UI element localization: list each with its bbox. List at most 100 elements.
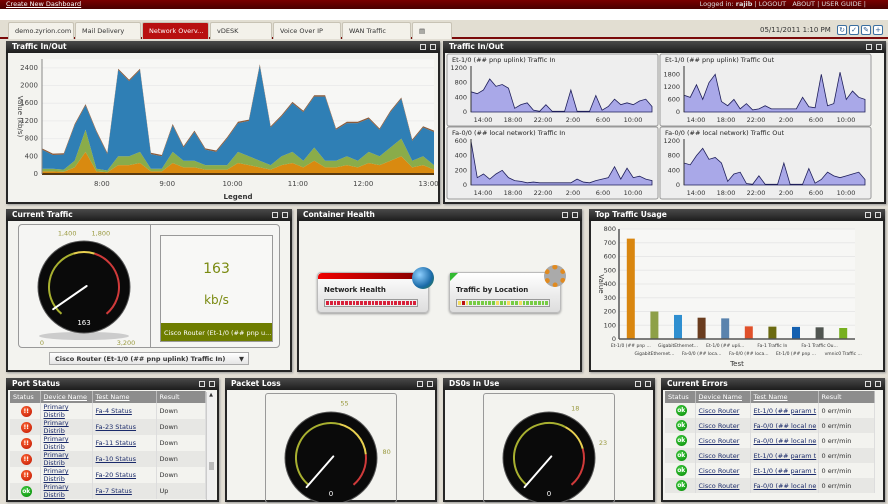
device-link[interactable]: Cisco Router	[699, 452, 740, 460]
maximize-icon[interactable]	[876, 44, 882, 50]
test-cell[interactable]: Fa-10 Status	[92, 451, 157, 467]
test-cell[interactable]: Fa-7 Status	[92, 483, 157, 499]
device-cell[interactable]: Cisco Router	[695, 418, 751, 433]
restore-icon[interactable]	[866, 44, 872, 50]
table-row[interactable]: !! Primary Distrib Fa-11 Status Down	[10, 435, 206, 451]
maximize-icon[interactable]	[875, 212, 881, 218]
device-link[interactable]: Cisco Router	[699, 437, 740, 445]
tab-network-overview[interactable]: Network Overv...	[142, 22, 209, 39]
device-link[interactable]: Primary Distrib	[44, 403, 69, 419]
test-cell[interactable]: Fa-0/0 (## local ne	[750, 418, 819, 433]
tab-vdesk[interactable]: vDESK	[210, 22, 272, 39]
table-row[interactable]: ok Primary Distrib Fa-7 Status Up	[10, 483, 206, 499]
scroll-up-icon[interactable]: ▲	[207, 392, 215, 398]
maximize-icon[interactable]	[430, 44, 436, 50]
test-link[interactable]: Fa-23 Status	[96, 423, 137, 431]
col-test[interactable]: Test Name	[92, 391, 157, 403]
table-row[interactable]: ok Cisco Router Fa-0/0 (## local ne 0 err/m…	[665, 478, 875, 493]
tab-demo-zyrion[interactable]: demo.zyrion.com	[8, 22, 74, 39]
device-link[interactable]: Cisco Router	[699, 467, 740, 475]
col-device[interactable]: Device Name	[40, 391, 93, 403]
logout-link[interactable]: LOGOUT	[759, 0, 786, 8]
maximize-icon[interactable]	[572, 212, 578, 218]
test-link[interactable]: Fa-10 Status	[96, 455, 137, 463]
network-health-card[interactable]: Network Health	[317, 267, 434, 313]
test-link[interactable]: Fa-0/0 (## local ne	[754, 437, 817, 445]
user-guide-link[interactable]: USER GUIDE	[821, 0, 861, 8]
device-cell[interactable]: Cisco Router	[695, 448, 751, 463]
traffic-by-location-card[interactable]: Traffic by Location	[449, 265, 566, 313]
device-cell[interactable]: Primary Distrib	[40, 419, 93, 435]
test-cell[interactable]: Fa-0/0 (## local ne	[750, 478, 819, 493]
test-cell[interactable]: Fa-4 Status	[92, 403, 157, 419]
device-link[interactable]: Primary Distrib	[44, 435, 69, 451]
device-cell[interactable]: Primary Distrib	[40, 483, 93, 499]
chevron-down-icon[interactable]: ▼	[239, 355, 244, 363]
test-cell[interactable]: Et-1/0 (## param t	[750, 403, 819, 418]
device-link[interactable]: Cisco Router	[699, 407, 740, 415]
restore-icon[interactable]	[562, 212, 568, 218]
device-link[interactable]: Primary Distrib	[44, 419, 69, 435]
device-link[interactable]: Primary Distrib	[44, 467, 69, 483]
new-tab-button[interactable]: ▤	[412, 22, 452, 39]
tab-wan-traffic[interactable]: WAN Traffic	[342, 22, 411, 39]
test-cell[interactable]: Et-1/0 (## param t	[750, 448, 819, 463]
scrollbar[interactable]: ▲	[206, 392, 215, 500]
device-cell[interactable]: Primary Distrib	[40, 467, 93, 483]
table-row[interactable]: ok Cisco Router Fa-0/0 (## local ne 0 err/m…	[665, 433, 875, 448]
test-link[interactable]: Et-1/0 (## param t	[754, 467, 817, 475]
test-link[interactable]: Fa-0/0 (## local ne	[754, 422, 817, 430]
table-row[interactable]: !! Primary Distrib Fa-23 Status Down	[10, 419, 206, 435]
device-cell[interactable]: Cisco Router	[695, 478, 751, 493]
table-row[interactable]: ok Cisco Router Et-1/0 (## param t0 err/mi…	[665, 448, 875, 463]
restore-icon[interactable]	[420, 44, 426, 50]
maximize-icon[interactable]	[645, 381, 651, 387]
device-cell[interactable]: Primary Distrib	[40, 403, 93, 419]
test-link[interactable]: Et-1/0 (## param t	[754, 452, 817, 460]
table-row[interactable]: ok Cisco Router Et-1/0 (## param t0 err/mi…	[665, 463, 875, 478]
table-row[interactable]: !! Primary Distrib Fa-4 Status Down	[10, 403, 206, 419]
restore-icon[interactable]	[865, 212, 871, 218]
create-dashboard-link[interactable]: Create New Dashboard	[6, 0, 81, 8]
maximize-icon[interactable]	[427, 381, 433, 387]
col-device[interactable]: Device Name	[695, 391, 751, 403]
test-cell[interactable]: Et-1/0 (## param t	[750, 463, 819, 478]
col-test[interactable]: Test Name	[750, 391, 819, 403]
test-cell[interactable]: Fa-20 Status	[92, 467, 157, 483]
device-link[interactable]: Cisco Router	[699, 422, 740, 430]
edit-icon[interactable]: ✓	[849, 25, 859, 35]
device-cell[interactable]: Primary Distrib	[40, 451, 93, 467]
device-link[interactable]: Cisco Router	[699, 482, 740, 490]
table-row[interactable]: ok Cisco Router Fa-0/0 (## local ne 0 err/m…	[665, 418, 875, 433]
restore-icon[interactable]	[417, 381, 423, 387]
tab-mail-delivery[interactable]: Mail Delivery	[75, 22, 141, 39]
device-link[interactable]: Primary Distrib	[44, 483, 69, 499]
restore-icon[interactable]	[865, 381, 871, 387]
maximize-icon[interactable]	[875, 381, 881, 387]
refresh-icon[interactable]: ↻	[837, 25, 847, 35]
gauge-source-select[interactable]: Cisco Router (Et-1/0 (## pnp uplink) Tra…	[49, 352, 249, 365]
scroll-thumb[interactable]	[209, 462, 214, 470]
restore-icon[interactable]	[635, 381, 641, 387]
test-cell[interactable]: Fa-11 Status	[92, 435, 157, 451]
test-link[interactable]: Fa-20 Status	[96, 471, 137, 479]
table-row[interactable]: !! Primary Distrib Fa-10 Status Down	[10, 451, 206, 467]
tab-voice-over-ip[interactable]: Voice Over IP	[273, 22, 341, 39]
maximize-icon[interactable]	[282, 212, 288, 218]
maximize-icon[interactable]	[209, 381, 215, 387]
table-row[interactable]: ok Cisco Router Et-1/0 (## param t0 err/mi…	[665, 403, 875, 418]
restore-icon[interactable]	[272, 212, 278, 218]
test-link[interactable]: Fa-0/0 (## local ne	[754, 482, 817, 490]
about-link[interactable]: ABOUT	[792, 0, 815, 8]
test-link[interactable]: Fa-4 Status	[96, 407, 132, 415]
device-cell[interactable]: Primary Distrib	[40, 435, 93, 451]
test-link[interactable]: Fa-11 Status	[96, 439, 137, 447]
device-cell[interactable]: Cisco Router	[695, 463, 751, 478]
device-cell[interactable]: Cisco Router	[695, 433, 751, 448]
pencil-icon[interactable]: ✎	[861, 25, 871, 35]
restore-icon[interactable]	[199, 381, 205, 387]
add-icon[interactable]: +	[873, 25, 883, 35]
table-row[interactable]: !! Primary Distrib Fa-20 Status Down	[10, 467, 206, 483]
test-cell[interactable]: Fa-23 Status	[92, 419, 157, 435]
device-link[interactable]: Primary Distrib	[44, 451, 69, 467]
